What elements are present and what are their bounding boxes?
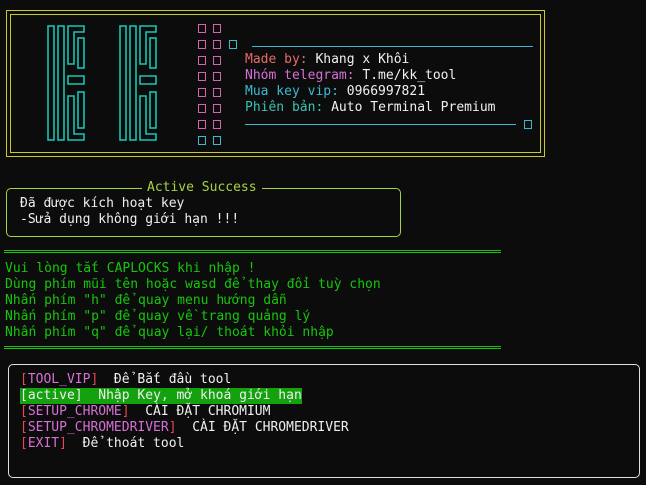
- telegram-label: Nhóm telegram:: [245, 68, 355, 83]
- instruction-line: Nhấn phím "h" để quay menu hướng dẫn: [5, 293, 287, 308]
- instruction-line: Nhấn phím "p" để quay về trang quảng lý: [5, 309, 311, 324]
- made-by-value: Khang x Khôi: [307, 52, 410, 67]
- made-by-line: Made by: Khang x Khôi: [245, 52, 409, 68]
- vip-label: Mua key vip:: [245, 84, 339, 99]
- glyph-box-icon: [198, 88, 206, 97]
- made-by-label: Made by:: [245, 52, 308, 67]
- menu-item-tool-vip[interactable]: [TOOL_VIP] Để Bắt đầu tool: [20, 372, 231, 388]
- active-success-title: Active Success: [142, 180, 262, 196]
- glyph-box-icon: [198, 104, 206, 113]
- menu-item-key: EXIT: [27, 436, 60, 451]
- glyph-box-icon: [213, 56, 221, 65]
- active-line-1: Đã được kích hoạt key: [20, 196, 185, 211]
- vip-line: Mua key vip: 0966997821: [245, 84, 425, 100]
- glyph-box-icon: [198, 120, 206, 129]
- menu-item-key: active: [27, 388, 75, 403]
- vip-value: 0966997821: [338, 84, 426, 99]
- instructions-bottom-rule: [4, 346, 501, 349]
- glyph-box-icon: [198, 56, 206, 65]
- menu-item-desc: CÀI ĐẶT CHROMIUM: [129, 404, 271, 419]
- menu-item-key: SETUP_CHROMEDRIVER: [27, 420, 169, 435]
- instruction-line: Vui lòng tắt CAPLOCKS khi nhập !: [5, 261, 256, 276]
- glyph-box-icon: [213, 104, 221, 113]
- glyph-box-icon: [198, 72, 206, 81]
- glyph-box-icon: [213, 120, 221, 129]
- glyph-box-icon: [524, 120, 532, 129]
- menu-item-desc: Nhập Key, mở khoá giới hạn: [82, 388, 302, 403]
- glyph-box-icon: [229, 40, 237, 49]
- banner-bottom-rule: [245, 124, 516, 125]
- active-line-2: -Sửa dụng không giới hạn !!!: [20, 212, 240, 227]
- glyph-box-icon: [213, 72, 221, 81]
- version-label: Phiên bản:: [245, 100, 324, 115]
- instructions-top-rule: [4, 250, 501, 253]
- glyph-box-icon: [198, 24, 206, 33]
- glyph-box-icon: [213, 40, 221, 49]
- menu-item-exit[interactable]: [EXIT] Để thoát tool: [20, 436, 184, 452]
- glyph-box-icon: [213, 88, 221, 97]
- telegram-line: Nhóm telegram: T.me/kk_tool: [245, 68, 456, 84]
- glyph-box-icon: [213, 24, 221, 33]
- banner-top-rule: [252, 46, 533, 47]
- menu-item-key: SETUP_CHROME: [27, 404, 122, 419]
- kk-logo: [47, 25, 157, 141]
- glyph-box-icon: [198, 40, 206, 49]
- instruction-line: Dùng phím mũi tên hoặc wasd để thay đổi …: [5, 277, 381, 292]
- glyph-box-icon: [198, 136, 206, 145]
- menu-item-desc: CÀI ĐẶT CHROMEDRIVER: [176, 420, 349, 435]
- menu-item-desc: Để thoát tool: [66, 436, 185, 451]
- instruction-line: Nhấn phím "q" để quay lại/ thoát khỏi nh…: [5, 325, 334, 340]
- version-line: Phiên bản: Auto Terminal Premium: [245, 100, 495, 116]
- menu-item-active[interactable]: [active] Nhập Key, mở khoá giới hạn: [20, 388, 302, 404]
- glyph-box-icon: [213, 136, 221, 145]
- version-value: Auto Terminal Premium: [323, 100, 496, 115]
- menu-item-setup-chromedriver[interactable]: [SETUP_CHROMEDRIVER] CÀI ĐẶT CHROMEDRIVE…: [20, 420, 349, 436]
- telegram-value: T.me/kk_tool: [354, 68, 457, 83]
- menu-item-key: TOOL_VIP: [27, 372, 91, 387]
- menu-item-setup-chrome[interactable]: [SETUP_CHROME] CÀI ĐẶT CHROMIUM: [20, 404, 270, 420]
- menu-item-desc: Để Bắt đầu tool: [98, 372, 232, 387]
